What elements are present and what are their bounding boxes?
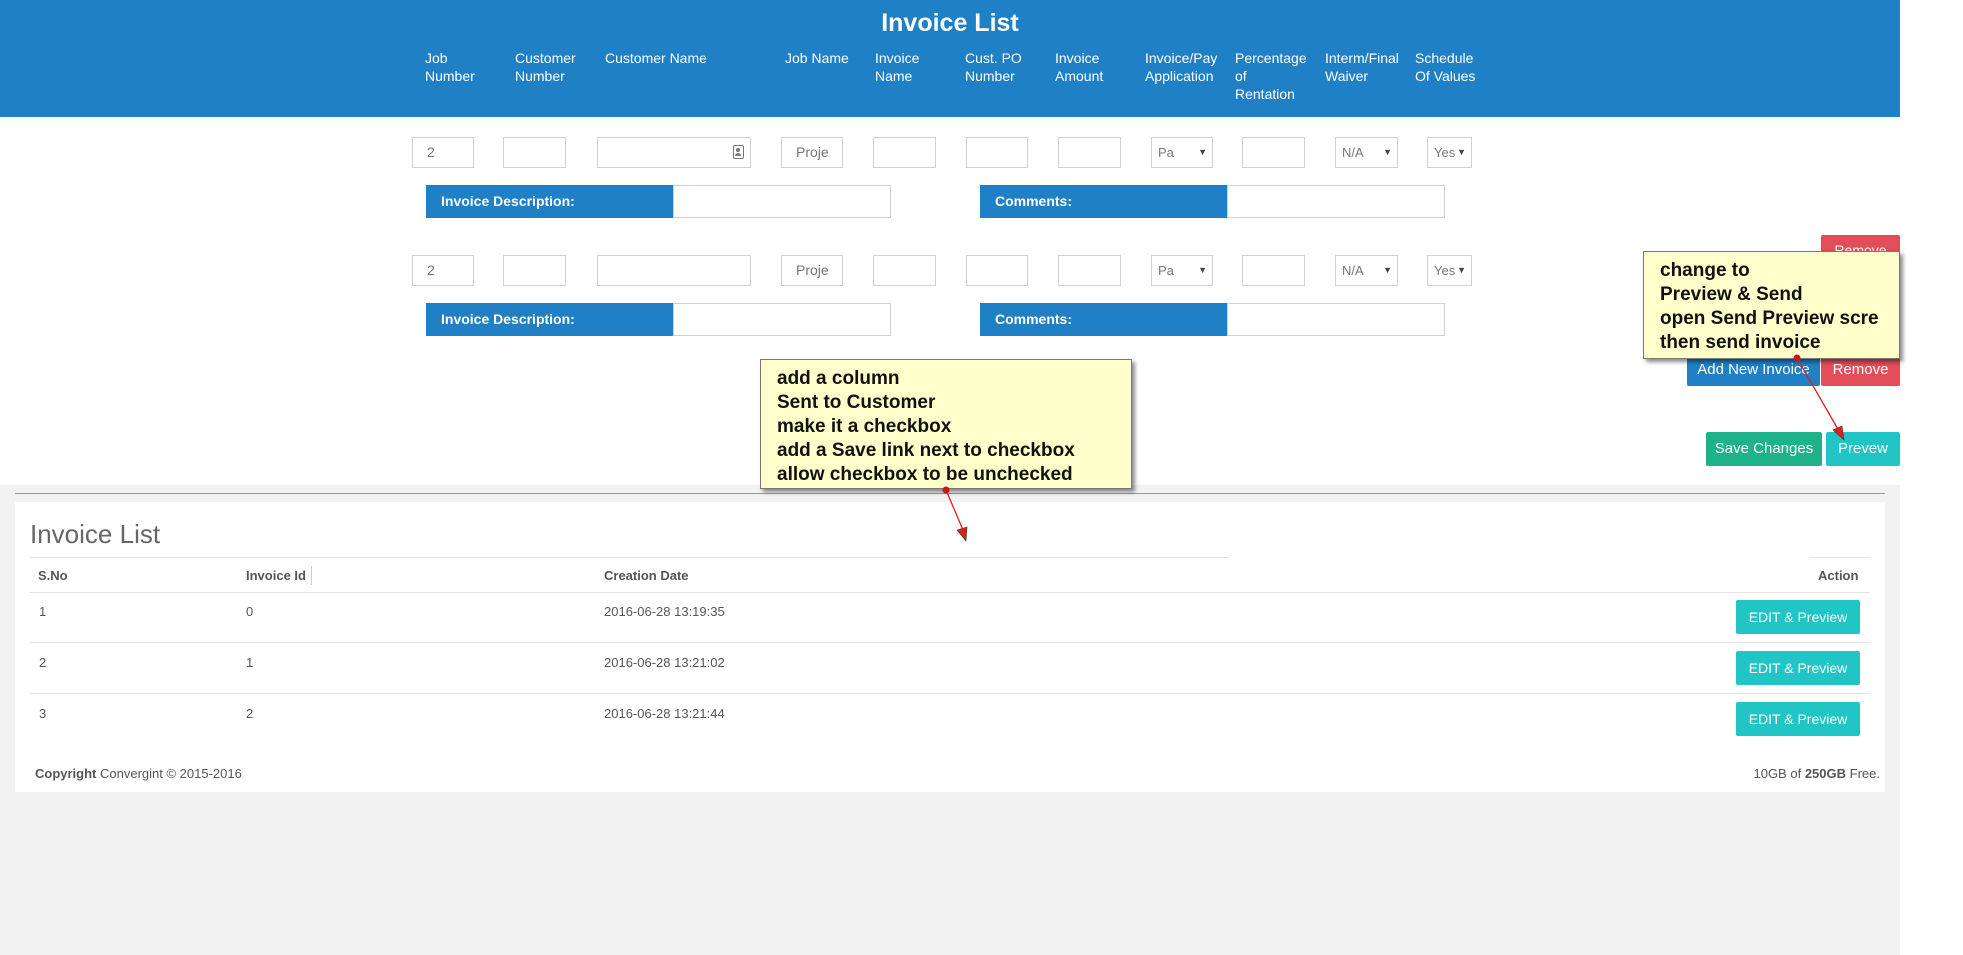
- annotation-arrows: [942, 354, 1845, 542]
- arrow-to-preview: [1793, 354, 1845, 441]
- arrow-to-list: [942, 486, 968, 542]
